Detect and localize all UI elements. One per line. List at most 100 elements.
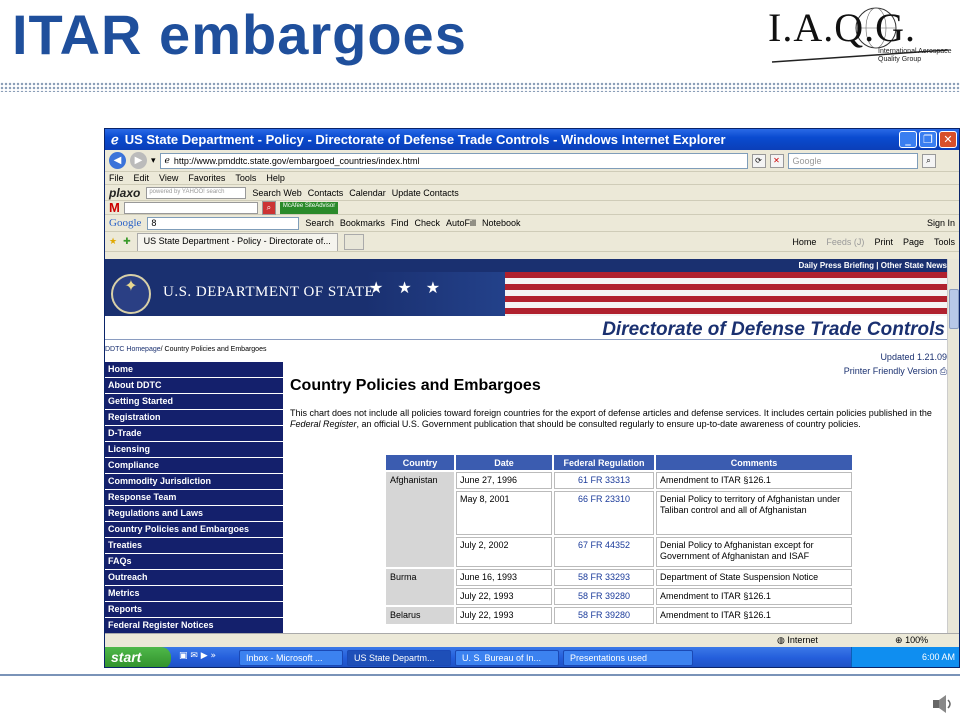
stop-icon[interactable]: ✕ — [769, 153, 784, 168]
tabs-bar: ★ ✚ US State Department - Policy - Direc… — [105, 232, 959, 252]
scrollbar-thumb[interactable] — [949, 289, 959, 329]
nav-registration[interactable]: Registration — [105, 410, 283, 425]
menu-favorites[interactable]: Favorites — [188, 173, 225, 183]
task-presentations[interactable]: Presentations used — [563, 650, 693, 666]
department-name: U.S. DEPARTMENT OF STATE — [163, 284, 375, 300]
quick-launch-icons[interactable]: ▣ ✉ ▶ » — [179, 651, 235, 665]
zoom-level[interactable]: ⊕ 100% — [895, 635, 928, 646]
google-find[interactable]: Find — [391, 218, 409, 228]
mcafee-siteadvisor-button[interactable]: McAfee SiteAdvisor — [279, 201, 339, 214]
dotted-divider — [0, 82, 960, 92]
google-sign-in[interactable]: Sign In — [927, 218, 955, 228]
page-icon: ℯ — [164, 155, 170, 165]
m-search-input[interactable] — [123, 201, 258, 214]
window-titlebar[interactable]: ℯ US State Department - Policy - Directo… — [105, 129, 959, 150]
flag-graphic: ★★★ — [365, 272, 947, 316]
nav-regulations-and-laws[interactable]: Regulations and Laws — [105, 506, 283, 521]
menu-tools[interactable]: Tools — [235, 173, 256, 183]
window-title: US State Department - Policy - Directora… — [124, 132, 726, 147]
nav-country-policies[interactable]: Country Policies and Embargoes — [105, 522, 283, 537]
nav-d-trade[interactable]: D-Trade — [105, 426, 283, 441]
bottom-rule — [0, 674, 960, 676]
fr-link[interactable]: 58 FR 39280 — [554, 588, 654, 605]
vertical-scrollbar[interactable] — [947, 259, 959, 633]
favorites-star-icon[interactable]: ★ — [109, 236, 117, 247]
start-button[interactable]: start — [105, 647, 171, 667]
yahoo-search-input[interactable]: powered by YAHOO! search — [146, 186, 247, 199]
menu-edit[interactable]: Edit — [134, 173, 150, 183]
search-input[interactable]: Google — [787, 152, 918, 169]
forward-icon[interactable]: ▶ — [130, 152, 147, 169]
google-autofill[interactable]: AutoFill — [446, 218, 476, 228]
clock: 6:00 AM — [921, 652, 955, 662]
top-links[interactable]: Daily Press Briefing | Other State News — [105, 259, 947, 272]
mcafee-toolbar: M ⌕ McAfee SiteAdvisor — [105, 200, 959, 215]
task-state-department[interactable]: US State Departm... — [347, 650, 451, 666]
nav-treaties[interactable]: Treaties — [105, 538, 283, 553]
nav-outreach[interactable]: Outreach — [105, 570, 283, 585]
nav-response-team[interactable]: Response Team — [105, 490, 283, 505]
plaxo-calendar[interactable]: Calendar — [349, 188, 386, 198]
nav-compliance[interactable]: Compliance — [105, 458, 283, 473]
refresh-icon[interactable]: ⟳ — [751, 153, 766, 168]
google-search-input[interactable]: 8 — [147, 216, 300, 230]
table-row: Burma June 16, 1993 58 FR 33293 Departme… — [386, 569, 852, 605]
url-input[interactable]: ℯ http://www.pmddtc.state.gov/embargoed_… — [159, 152, 748, 169]
embargo-table: Country Date Federal Regulation Comments… — [384, 453, 854, 626]
browser-window[interactable]: ℯ US State Department - Policy - Directo… — [104, 128, 960, 668]
menu-view[interactable]: View — [159, 173, 178, 183]
col-date: Date — [456, 455, 552, 470]
google-search-button[interactable]: Search — [305, 218, 334, 228]
nav-getting-started[interactable]: Getting Started — [105, 394, 283, 409]
fr-link[interactable]: 58 FR 39280 — [554, 607, 654, 624]
security-zone: ◍ Internet — [777, 635, 818, 645]
tools-menu-button[interactable]: Tools — [934, 237, 955, 247]
back-icon[interactable]: ◀ — [109, 152, 126, 169]
breadcrumb-home-link[interactable]: DDTC Homepage — [105, 346, 161, 353]
menu-help[interactable]: Help — [266, 173, 285, 183]
maximize-button[interactable]: ❐ — [919, 131, 937, 148]
plaxo-update-contacts[interactable]: Update Contacts — [392, 188, 459, 198]
task-bureau[interactable]: U. S. Bureau of In... — [455, 650, 559, 666]
nav-licensing[interactable]: Licensing — [105, 442, 283, 457]
side-navigation: Home About DDTC Getting Started Registra… — [105, 362, 283, 633]
menu-file[interactable]: File — [109, 173, 124, 183]
site-banner: ★★★ ✦ U.S. DEPARTMENT OF STATE — [105, 272, 947, 316]
nav-about-ddtc[interactable]: About DDTC — [105, 378, 283, 393]
fr-link[interactable]: 58 FR 33293 — [554, 569, 654, 586]
close-button[interactable]: ✕ — [939, 131, 957, 148]
home-button[interactable]: Home — [792, 237, 816, 247]
nav-metrics[interactable]: Metrics — [105, 586, 283, 601]
fr-link[interactable]: 61 FR 33313 — [554, 472, 654, 489]
nav-home[interactable]: Home — [105, 362, 283, 377]
printer-friendly-link[interactable]: Printer Friendly Version ⎙ — [844, 366, 947, 377]
history-dropdown-icon[interactable]: ▾ — [151, 155, 156, 166]
feeds-button[interactable]: Feeds (J) — [826, 237, 864, 247]
nav-commodity-jurisdiction[interactable]: Commodity Jurisdiction — [105, 474, 283, 489]
menu-bar: File Edit View Favorites Tools Help — [105, 172, 959, 185]
google-check[interactable]: Check — [414, 218, 440, 228]
task-inbox[interactable]: Inbox - Microsoft ... — [239, 650, 343, 666]
plaxo-contacts[interactable]: Contacts — [308, 188, 344, 198]
search-icon[interactable]: ⌕ — [921, 153, 936, 168]
nav-federal-register-notices[interactable]: Federal Register Notices — [105, 618, 283, 633]
print-button[interactable]: Print — [874, 237, 893, 247]
google-notebook[interactable]: Notebook — [482, 218, 521, 228]
fr-link[interactable]: 66 FR 23310 — [554, 491, 654, 535]
m-search-icon[interactable]: ⌕ — [261, 200, 276, 215]
speaker-icon[interactable] — [932, 694, 954, 714]
system-tray: 6:00 AM — [851, 647, 959, 667]
m-logo-icon: M — [109, 200, 120, 215]
add-favorites-icon[interactable]: ✚ — [123, 236, 131, 247]
nav-reports[interactable]: Reports — [105, 602, 283, 617]
plaxo-search-web[interactable]: Search Web — [252, 188, 301, 198]
new-tab-button[interactable] — [343, 233, 364, 250]
google-bookmarks[interactable]: Bookmarks — [340, 218, 385, 228]
ddtc-title: Directorate of Defense Trade Controls — [105, 316, 947, 340]
tab-state-department[interactable]: US State Department - Policy - Directora… — [136, 232, 338, 251]
nav-faqs[interactable]: FAQs — [105, 554, 283, 569]
updated-date: Updated 1.21.09 — [880, 352, 947, 362]
fr-link[interactable]: 67 FR 44352 — [554, 537, 654, 567]
page-menu-button[interactable]: Page — [903, 237, 924, 247]
minimize-button[interactable]: _ — [899, 131, 917, 148]
